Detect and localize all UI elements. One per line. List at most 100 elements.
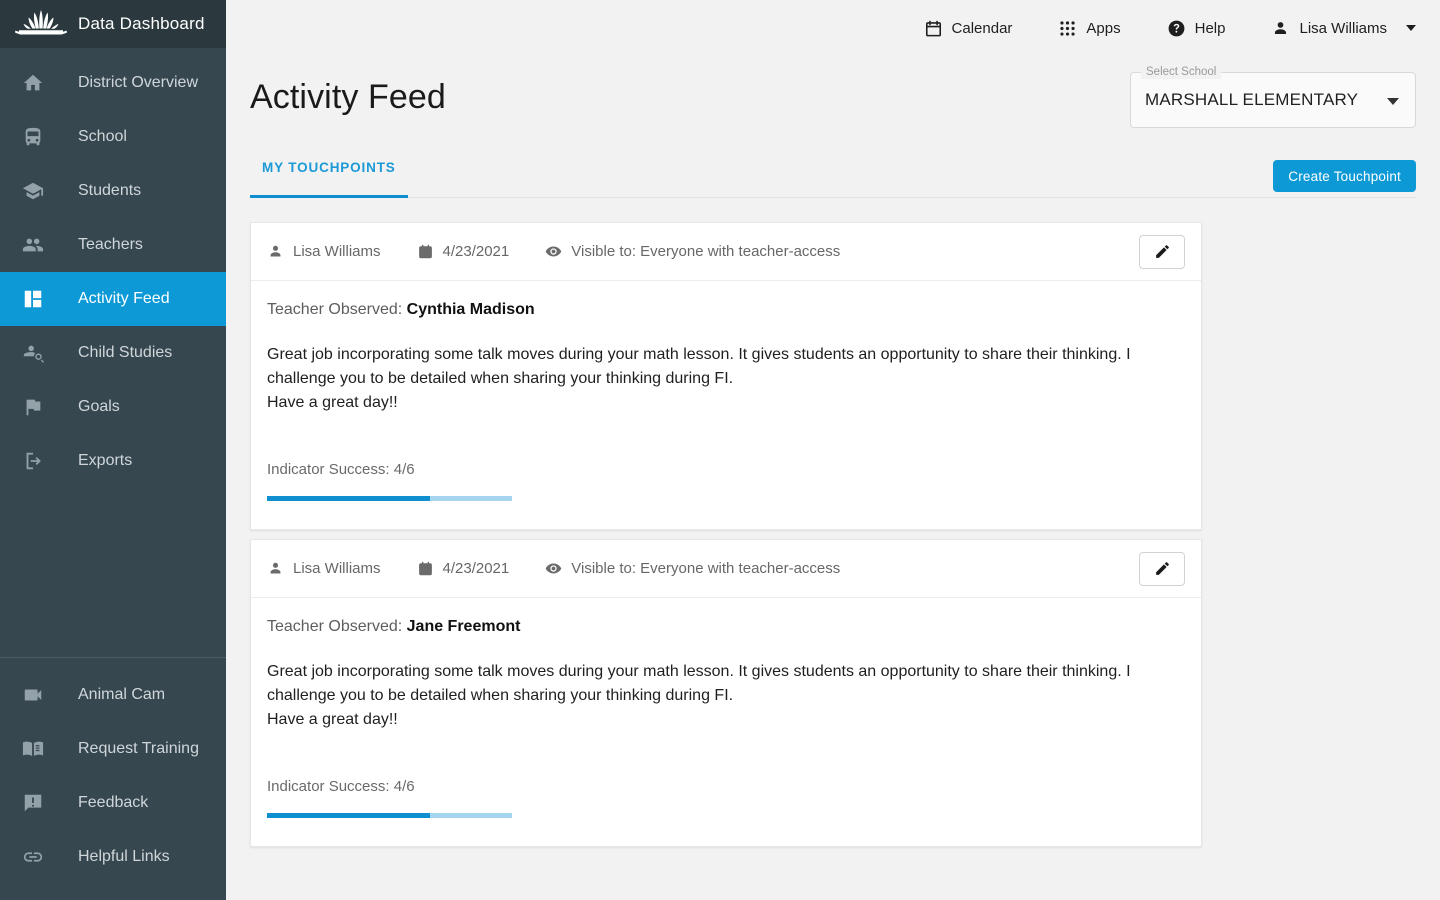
touchpoint-visibility-value: Visible to: Everyone with teacher-access <box>571 243 840 260</box>
edit-touchpoint-button[interactable] <box>1139 235 1185 269</box>
tab-my-touchpoints[interactable]: MY TOUCHPOINTS <box>250 156 408 198</box>
school-select-control[interactable]: MARSHALL ELEMENTARY <box>1130 72 1416 128</box>
activity-feed-list: Lisa Williams 4/23/2021 <box>250 222 1202 900</box>
calendar-icon <box>417 560 434 577</box>
pencil-edit-icon <box>1154 243 1171 260</box>
sidebar-item-request-training[interactable]: Request Training <box>0 722 226 776</box>
sidebar-item-district-overview[interactable]: District Overview <box>0 56 226 110</box>
person-icon <box>1271 19 1290 38</box>
sidebar-item-label: Animal Cam <box>52 686 165 704</box>
top-navigation: Calendar Apps <box>226 0 1440 56</box>
topnav-label: Lisa Williams <box>1299 20 1387 37</box>
topnav-help[interactable]: Help <box>1167 19 1226 38</box>
sidebar-item-label: Helpful Links <box>52 848 170 866</box>
teacher-observed-name: Cynthia Madison <box>407 301 535 318</box>
sidebar-item-goals[interactable]: Goals <box>0 380 226 434</box>
touchpoint-visibility-value: Visible to: Everyone with teacher-access <box>571 560 840 577</box>
book-icon <box>22 738 52 760</box>
app-root: Data Dashboard District Overview School <box>0 0 1440 900</box>
sidebar-item-school[interactable]: School <box>0 110 226 164</box>
touchpoint-visibility: Visible to: Everyone with teacher-access <box>545 560 840 577</box>
video-camera-icon <box>22 684 52 706</box>
touchpoint-card: Lisa Williams 4/23/2021 <box>250 222 1202 530</box>
touchpoint-date-value: 4/23/2021 <box>443 243 510 260</box>
sidebar-item-helpful-links[interactable]: Helpful Links <box>0 830 226 884</box>
touchpoint-author-name: Lisa Williams <box>293 560 381 577</box>
help-circle-icon <box>1167 19 1186 38</box>
calendar-icon <box>417 243 434 260</box>
sidebar-item-exports[interactable]: Exports <box>0 434 226 488</box>
lotus-logo-icon <box>14 7 68 41</box>
sidebar-item-label: Goals <box>52 398 120 416</box>
touchpoint-date: 4/23/2021 <box>417 243 510 260</box>
main-content: Calendar Apps <box>226 0 1440 900</box>
graduation-cap-icon <box>22 180 52 202</box>
people-icon <box>22 234 52 256</box>
topnav-label: Help <box>1195 20 1226 37</box>
person-icon <box>267 243 284 260</box>
person-icon <box>267 560 284 577</box>
sidebar: Data Dashboard District Overview School <box>0 0 226 900</box>
sidebar-item-students[interactable]: Students <box>0 164 226 218</box>
touchpoint-date-value: 4/23/2021 <box>443 560 510 577</box>
logout-arrow-icon <box>22 450 52 472</box>
home-icon <box>22 72 52 94</box>
touchpoint-card-header: Lisa Williams 4/23/2021 <box>251 223 1201 281</box>
touchpoint-note: Great job incorporating some talk moves … <box>267 343 1157 415</box>
chevron-down-icon <box>1406 25 1416 31</box>
flag-icon <box>22 396 52 418</box>
touchpoint-card: Lisa Williams 4/23/2021 <box>250 539 1202 847</box>
topnav-label: Apps <box>1086 20 1120 37</box>
sidebar-item-label: Teachers <box>52 236 143 254</box>
sidebar-item-animal-cam[interactable]: Animal Cam <box>0 668 226 722</box>
sidebar-item-label: School <box>52 128 127 146</box>
sidebar-item-label: Request Training <box>52 740 199 758</box>
indicator-success-progress <box>267 813 512 818</box>
brand-header: Data Dashboard <box>0 0 226 48</box>
topnav-label: Calendar <box>952 20 1013 37</box>
teacher-observed-name: Jane Freemont <box>407 618 521 635</box>
tab-label: MY TOUCHPOINTS <box>262 160 396 175</box>
sidebar-item-label: Child Studies <box>52 344 172 362</box>
indicator-success-label: Indicator Success: 4/6 <box>267 461 1185 478</box>
topnav-calendar[interactable]: Calendar <box>924 19 1013 38</box>
touchpoint-card-body: Teacher Observed: Jane Freemont Great jo… <box>251 598 1201 846</box>
touchpoint-card-header: Lisa Williams 4/23/2021 <box>251 540 1201 598</box>
touchpoint-date: 4/23/2021 <box>417 560 510 577</box>
bus-icon <box>22 126 52 148</box>
eye-visibility-icon <box>545 560 562 577</box>
sidebar-item-label: Feedback <box>52 794 148 812</box>
sidebar-item-activity-feed[interactable]: Activity Feed <box>0 272 226 326</box>
indicator-success-progress-fill <box>267 496 430 501</box>
touchpoint-author: Lisa Williams <box>267 243 381 260</box>
sidebar-item-teachers[interactable]: Teachers <box>0 218 226 272</box>
school-select-value: MARSHALL ELEMENTARY <box>1145 90 1358 110</box>
touchpoint-author-name: Lisa Williams <box>293 243 381 260</box>
sidebar-item-label: Exports <box>52 452 132 470</box>
eye-visibility-icon <box>545 243 562 260</box>
brand-title: Data Dashboard <box>78 14 205 34</box>
topnav-user-menu[interactable]: Lisa Williams <box>1271 19 1416 38</box>
touchpoint-card-body: Teacher Observed: Cynthia Madison Great … <box>251 281 1201 529</box>
sidebar-item-child-studies[interactable]: Child Studies <box>0 326 226 380</box>
sidebar-item-label: Students <box>52 182 141 200</box>
school-select-label: Select School <box>1141 65 1221 79</box>
sidebar-secondary-nav: Animal Cam Request Training Feedback Hel… <box>0 658 226 900</box>
sidebar-primary-nav: District Overview School Students Teache… <box>0 48 226 488</box>
teacher-observed: Teacher Observed: Jane Freemont <box>267 618 1185 636</box>
teacher-observed-label: Teacher Observed: <box>267 301 402 318</box>
person-search-icon <box>22 342 52 364</box>
topnav-apps[interactable]: Apps <box>1058 19 1120 38</box>
school-selector[interactable]: MARSHALL ELEMENTARY Select School <box>1130 72 1416 128</box>
tab-bar: MY TOUCHPOINTS <box>250 156 1416 198</box>
apps-grid-icon <box>1058 19 1077 38</box>
edit-touchpoint-button[interactable] <box>1139 552 1185 586</box>
sidebar-item-label: Activity Feed <box>52 290 170 308</box>
link-icon <box>22 846 52 868</box>
chevron-down-icon <box>1387 98 1399 105</box>
sidebar-item-feedback[interactable]: Feedback <box>0 776 226 830</box>
teacher-observed: Teacher Observed: Cynthia Madison <box>267 301 1185 319</box>
create-touchpoint-button[interactable]: Create Touchpoint <box>1273 160 1416 192</box>
indicator-success-progress <box>267 496 512 501</box>
page-title: Activity Feed <box>250 78 446 117</box>
